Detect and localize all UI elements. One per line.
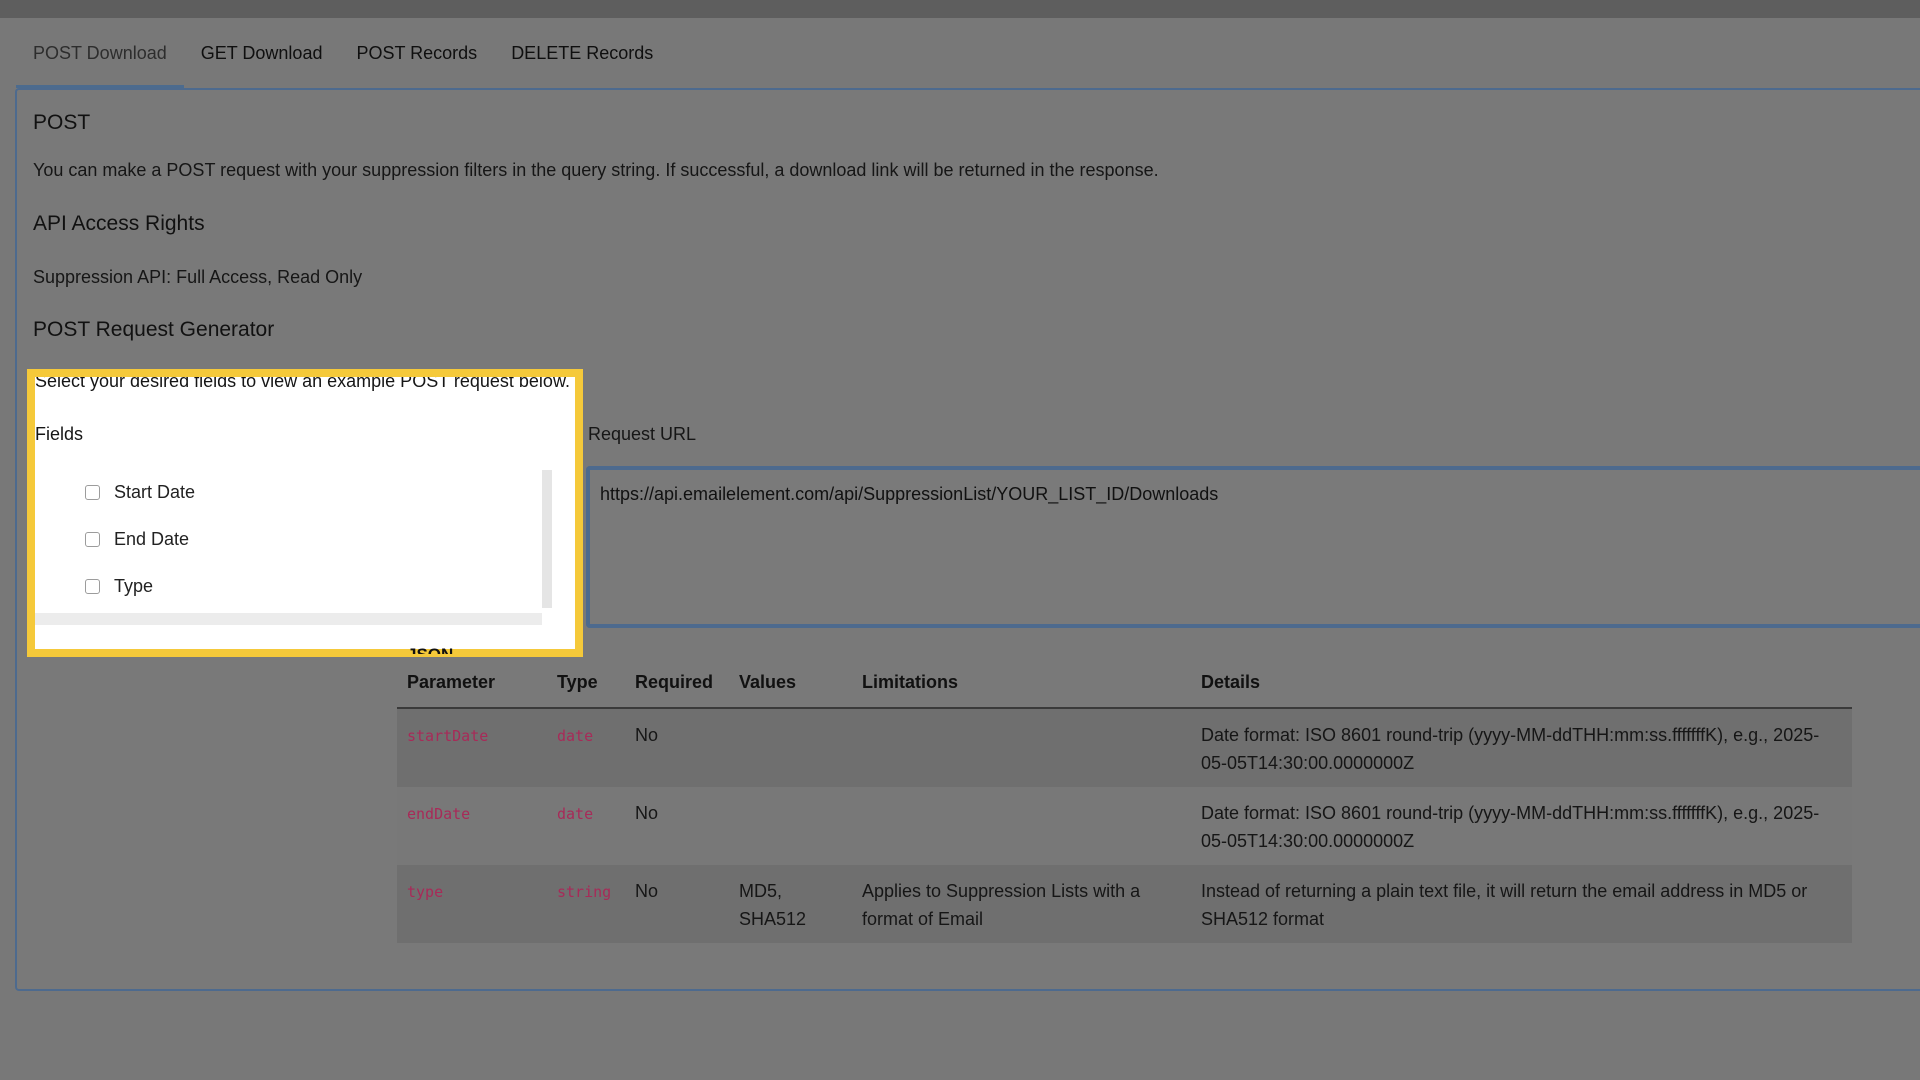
header-parameter: Parameter	[397, 662, 547, 709]
request-url-box[interactable]: https://api.emailelement.com/api/Suppres…	[586, 466, 1920, 628]
param-details: Date format: ISO 8601 round-trip (yyyy-M…	[1191, 787, 1852, 865]
table-row: endDate date No Date format: ISO 8601 ro…	[397, 787, 1852, 865]
param-required: No	[625, 787, 729, 865]
fields-horizontal-scrollbar[interactable]	[35, 613, 542, 625]
fields-label: Fields	[35, 424, 84, 444]
request-url-label: Request URL	[588, 424, 697, 444]
param-values	[729, 708, 852, 787]
field-start-date[interactable]: Start Date	[85, 477, 195, 507]
field-end-date[interactable]: End Date	[85, 524, 189, 554]
access-rights-title: API Access Rights	[33, 212, 205, 235]
parameters-table: Parameter Type Required Values Limitatio…	[397, 662, 1852, 943]
param-values	[729, 787, 852, 865]
section-title: POST	[33, 111, 91, 134]
fields-vertical-scrollbar[interactable]	[542, 470, 552, 608]
tab-bar: POST Download GET Download POST Records …	[16, 18, 670, 88]
tab-post-records[interactable]: POST Records	[339, 18, 494, 88]
tab-delete-records[interactable]: DELETE Records	[494, 18, 670, 88]
param-limitations	[852, 787, 1191, 865]
end-date-label: End Date	[114, 528, 190, 549]
param-type: date	[557, 805, 594, 823]
type-checkbox[interactable]	[85, 578, 100, 594]
header-details: Details	[1191, 662, 1852, 709]
header-values: Values	[729, 662, 852, 709]
end-date-checkbox[interactable]	[85, 531, 100, 547]
tab-post-download[interactable]: POST Download	[16, 18, 184, 88]
param-type: string	[557, 883, 612, 901]
header-limitations: Limitations	[852, 662, 1191, 709]
generator-hint: Select your desired fields to view an ex…	[35, 377, 570, 391]
param-required: No	[625, 708, 729, 787]
table-row: type string No MD5, SHA512 Applies to Su…	[397, 865, 1852, 943]
header-type: Type	[547, 662, 625, 709]
section-description: You can make a POST request with your su…	[33, 160, 1159, 180]
param-details: Instead of returning a plain text file, …	[1191, 865, 1852, 943]
type-label: Type	[114, 575, 154, 596]
param-name: type	[407, 883, 444, 901]
generator-title: POST Request Generator	[33, 318, 275, 341]
generator-hint-clip: Select your desired fields to view an ex…	[35, 377, 575, 401]
param-required: No	[625, 865, 729, 943]
json-label: JSON	[407, 642, 453, 654]
access-rights-text: Suppression API: Full Access, Read Only	[33, 267, 363, 287]
fields-highlight: Select your desired fields to view an ex…	[27, 369, 583, 657]
top-bar	[0, 0, 1920, 18]
param-values: MD5, SHA512	[729, 865, 852, 943]
field-type[interactable]: Type	[85, 571, 153, 601]
param-name: startDate	[407, 727, 489, 745]
request-url-text: https://api.emailelement.com/api/Suppres…	[600, 484, 1219, 504]
tab-get-download[interactable]: GET Download	[184, 18, 340, 88]
header-required: Required	[625, 662, 729, 709]
param-limitations	[852, 708, 1191, 787]
start-date-checkbox[interactable]	[85, 484, 100, 500]
table-header-row: Parameter Type Required Values Limitatio…	[397, 662, 1852, 709]
param-type: date	[557, 727, 594, 745]
param-name: endDate	[407, 805, 471, 823]
param-limitations: Applies to Suppression Lists with a form…	[852, 865, 1191, 943]
param-details: Date format: ISO 8601 round-trip (yyyy-M…	[1191, 708, 1852, 787]
table-row: startDate date No Date format: ISO 8601 …	[397, 708, 1852, 787]
start-date-label: Start Date	[114, 481, 196, 502]
